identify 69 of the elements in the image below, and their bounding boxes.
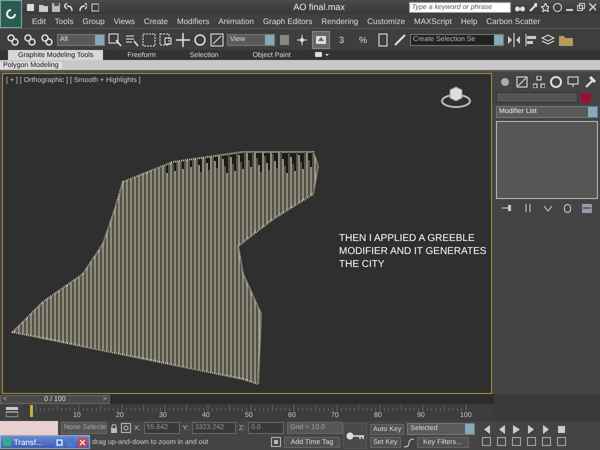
chevron-down-icon[interactable] bbox=[544, 204, 552, 212]
menu-item[interactable]: Rendering bbox=[321, 16, 358, 26]
help-icon[interactable] bbox=[553, 2, 562, 12]
object-name-field[interactable] bbox=[496, 92, 578, 103]
previous-frame-icon[interactable] bbox=[497, 425, 506, 434]
redo-icon[interactable] bbox=[78, 2, 87, 12]
save-icon[interactable] bbox=[52, 2, 60, 12]
menu-item[interactable]: MAXScript bbox=[414, 16, 452, 26]
move-icon[interactable] bbox=[176, 32, 190, 46]
star-icon[interactable] bbox=[540, 2, 550, 12]
track-bar-toggle-icon[interactable] bbox=[6, 407, 18, 417]
key-icon bbox=[346, 432, 364, 440]
menu-item[interactable]: Group bbox=[82, 16, 105, 26]
menu-item[interactable]: Edit bbox=[32, 16, 46, 26]
ribbon-options-icon[interactable] bbox=[314, 51, 329, 59]
menu-item[interactable]: Animation bbox=[218, 16, 254, 26]
color-swatch[interactable] bbox=[581, 92, 591, 102]
rotate-icon[interactable] bbox=[193, 32, 207, 46]
menu-item[interactable]: Carbon Scatter bbox=[486, 16, 540, 26]
restore-icon[interactable] bbox=[577, 3, 585, 11]
pin-stack-icon[interactable] bbox=[502, 204, 512, 212]
menu-item[interactable]: Modifiers bbox=[176, 16, 210, 26]
menu-item[interactable]: Help bbox=[460, 16, 478, 26]
pause-icon[interactable] bbox=[523, 203, 534, 213]
restore-icon[interactable] bbox=[55, 438, 64, 446]
new-file-icon[interactable] bbox=[26, 2, 35, 12]
align-icon[interactable] bbox=[524, 32, 538, 46]
viewcube-icon[interactable] bbox=[441, 84, 471, 108]
link-icon[interactable] bbox=[6, 32, 20, 46]
play-icon[interactable] bbox=[512, 425, 522, 434]
menu-item[interactable]: Create bbox=[144, 16, 168, 26]
next-frame-icon[interactable] bbox=[527, 425, 536, 434]
absolute-mode-icon[interactable] bbox=[121, 423, 131, 433]
modifier-stack-list[interactable] bbox=[496, 121, 598, 199]
close-icon[interactable] bbox=[588, 3, 596, 11]
app-logo-icon[interactable] bbox=[0, 0, 22, 28]
minimized-window-title: Transf... bbox=[14, 438, 44, 446]
folder-icon[interactable] bbox=[38, 2, 48, 12]
rectangle-select-icon[interactable] bbox=[142, 32, 156, 46]
select-cursor-icon[interactable] bbox=[108, 32, 122, 46]
disc-icon[interactable] bbox=[550, 76, 562, 88]
sphere-icon[interactable] bbox=[498, 76, 510, 88]
go-to-start-icon[interactable] bbox=[482, 425, 492, 434]
pencil-icon[interactable] bbox=[393, 32, 408, 46]
undo-icon[interactable] bbox=[64, 2, 74, 12]
tangent-curve-icon[interactable] bbox=[404, 438, 414, 448]
go-to-end-icon[interactable] bbox=[542, 425, 552, 434]
snap-toggle-button[interactable]: 3 bbox=[333, 34, 350, 44]
menu-item[interactable]: Views bbox=[114, 16, 135, 26]
layers-icon[interactable] bbox=[541, 32, 556, 46]
snap-toggle-button[interactable]: % bbox=[353, 34, 374, 44]
menu-item[interactable]: Tools bbox=[54, 16, 74, 26]
window-crossing-icon[interactable] bbox=[159, 32, 173, 46]
annotation-text: THEN I APPLIED A GREEBLE MODIFIER AND IT GENERATES THE CITY bbox=[339, 232, 488, 271]
maxscript-listener-field[interactable] bbox=[0, 421, 58, 435]
window-title: AO final.max bbox=[293, 2, 346, 12]
wrench-icon[interactable] bbox=[528, 2, 537, 12]
monitor-icon[interactable] bbox=[566, 76, 578, 88]
select-by-name-icon[interactable] bbox=[125, 32, 139, 46]
time-tag-icon[interactable] bbox=[271, 437, 281, 447]
minimized-window[interactable]: Transf... bbox=[0, 435, 90, 449]
menu-item[interactable]: Graph Editors bbox=[262, 16, 312, 26]
menu-item[interactable]: Customize bbox=[367, 16, 406, 26]
hierarchy-icon[interactable] bbox=[532, 76, 544, 88]
lock-icon[interactable] bbox=[110, 424, 118, 432]
mirror-icon[interactable] bbox=[507, 32, 522, 46]
app-logo-icon bbox=[3, 438, 11, 446]
key-button[interactable] bbox=[343, 422, 367, 448]
hammer-icon[interactable] bbox=[584, 76, 596, 88]
